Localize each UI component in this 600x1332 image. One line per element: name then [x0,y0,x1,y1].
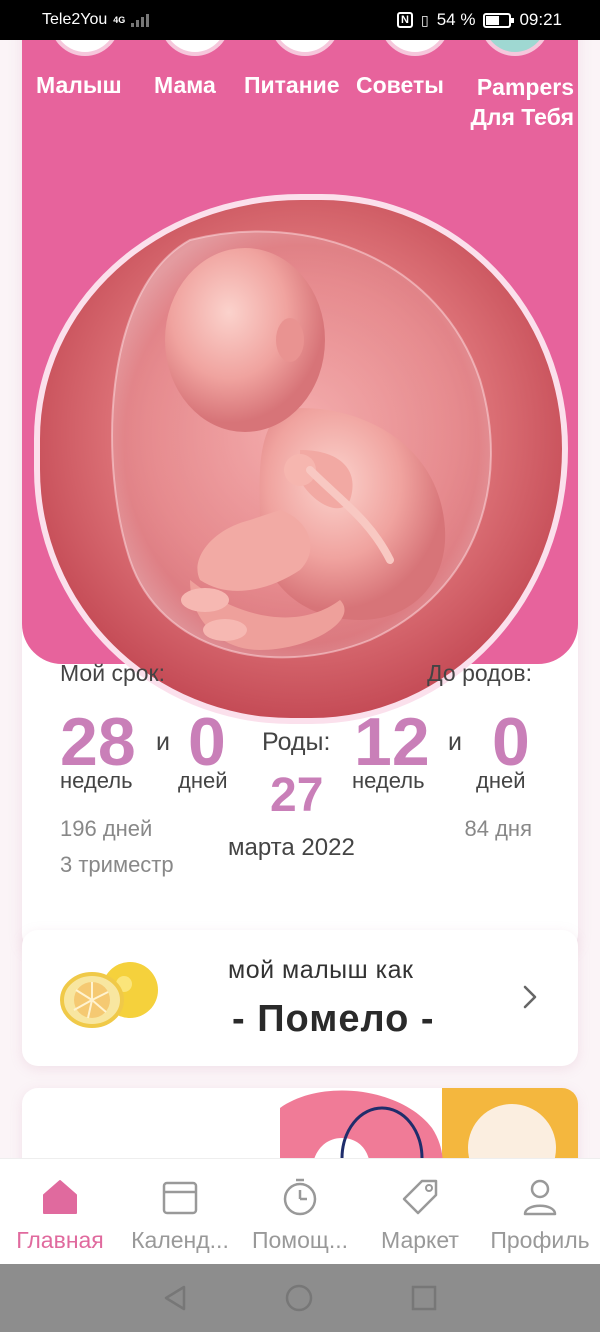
tab-baby[interactable]: Малыш [36,72,122,99]
birth-day-value: 27 [270,769,324,822]
nav-home-label: Главная [16,1227,104,1253]
my-term-label: Мой срок: [60,660,165,686]
weeks-unit-1: недель [60,768,133,793]
and-separator-1: и [156,728,170,756]
nav-home[interactable]: Главная [0,1159,120,1264]
tab-icon-nutrition[interactable] [270,40,340,56]
recents-icon[interactable] [410,1284,438,1312]
promo-card[interactable]: ~~~~~ [22,1088,578,1158]
battery-percent: 54 % [436,10,476,29]
days-left-value: 0 [492,704,530,780]
tab-icon-baby[interactable] [50,40,120,56]
days-remaining: 84 дня [464,816,532,841]
system-navigation [0,1264,600,1332]
total-days: 196 дней [60,816,153,841]
days-unit-2: дней [476,768,526,793]
pomelo-icon [60,962,158,1028]
fetus-illustration [34,194,568,724]
tab-icon-mom[interactable] [160,40,230,56]
nfc-icon: N [397,12,413,28]
home-icon [38,1175,82,1219]
chevron-right-icon[interactable] [522,984,538,1010]
birth-month-year: марта 2022 [228,834,355,861]
trimester: 3 триместр [60,852,174,877]
days-unit-1: дней [178,768,228,793]
timer-icon [278,1175,322,1219]
baby-size-card[interactable]: мой малыш как - Помело - [22,930,578,1066]
tab-pampers[interactable]: Pampers Для Тебя [470,72,574,132]
and-separator-2: и [448,728,462,756]
vibrate-icon: ▯ [420,11,429,28]
tab-icons-row [22,40,578,58]
baby-size-subtitle: мой малыш как [228,956,414,984]
tag-icon [398,1175,442,1219]
days-done-value: 0 [188,704,226,780]
baby-size-fruit: - Помело - [232,998,435,1040]
home-button-icon[interactable] [284,1283,314,1313]
profile-icon [518,1175,562,1219]
nav-helper-label: Помощ... [251,1227,349,1253]
birth-label: Роды: [262,728,331,756]
signal-icon [131,13,150,27]
nav-profile-label: Профиль [490,1227,590,1253]
calendar-icon [158,1175,202,1219]
nav-market[interactable]: Маркет [360,1159,480,1264]
weeks-left-value: 12 [354,704,430,780]
main-content: Малыш Мама Питание Советы Pampers Для Те… [0,40,600,1158]
pregnancy-card: Малыш Мама Питание Советы Pampers Для Те… [22,40,578,950]
back-icon[interactable] [162,1284,188,1312]
weeks-done-value: 28 [60,704,136,780]
tab-mom[interactable]: Мама [154,72,216,99]
promo-artwork: ~~~~~ [280,1088,578,1158]
tab-icon-pampers[interactable] [480,40,550,56]
nav-calendar-label: Календ... [131,1227,229,1253]
tab-pampers-line1: Pampers [476,74,574,100]
status-bar: Tele2You 4G N ▯ 54 % 09:21 [0,0,600,40]
tab-pampers-line2: Для Тебя [470,104,574,130]
tab-icon-tips[interactable] [380,40,450,56]
nav-market-label: Маркет [381,1227,459,1253]
tab-nutrition[interactable]: Питание [244,72,340,99]
clock: 09:21 [519,10,562,29]
nav-calendar[interactable]: Календ... [120,1159,240,1264]
bottom-navigation: Главная Календ... Помощ... Маркет Профил… [0,1158,600,1264]
battery-icon [483,12,515,28]
weeks-unit-2: недель [352,768,425,793]
carrier-name: Tele2You [42,11,108,28]
nav-helper[interactable]: Помощ... [240,1159,360,1264]
pregnancy-stats: Мой срок: До родов: 28 и 0 недель дней Р… [22,660,578,950]
to-birth-label: До родов: [427,660,532,686]
tab-tips[interactable]: Советы [356,72,444,99]
network-type: 4G [113,14,126,25]
nav-profile[interactable]: Профиль [480,1159,600,1264]
